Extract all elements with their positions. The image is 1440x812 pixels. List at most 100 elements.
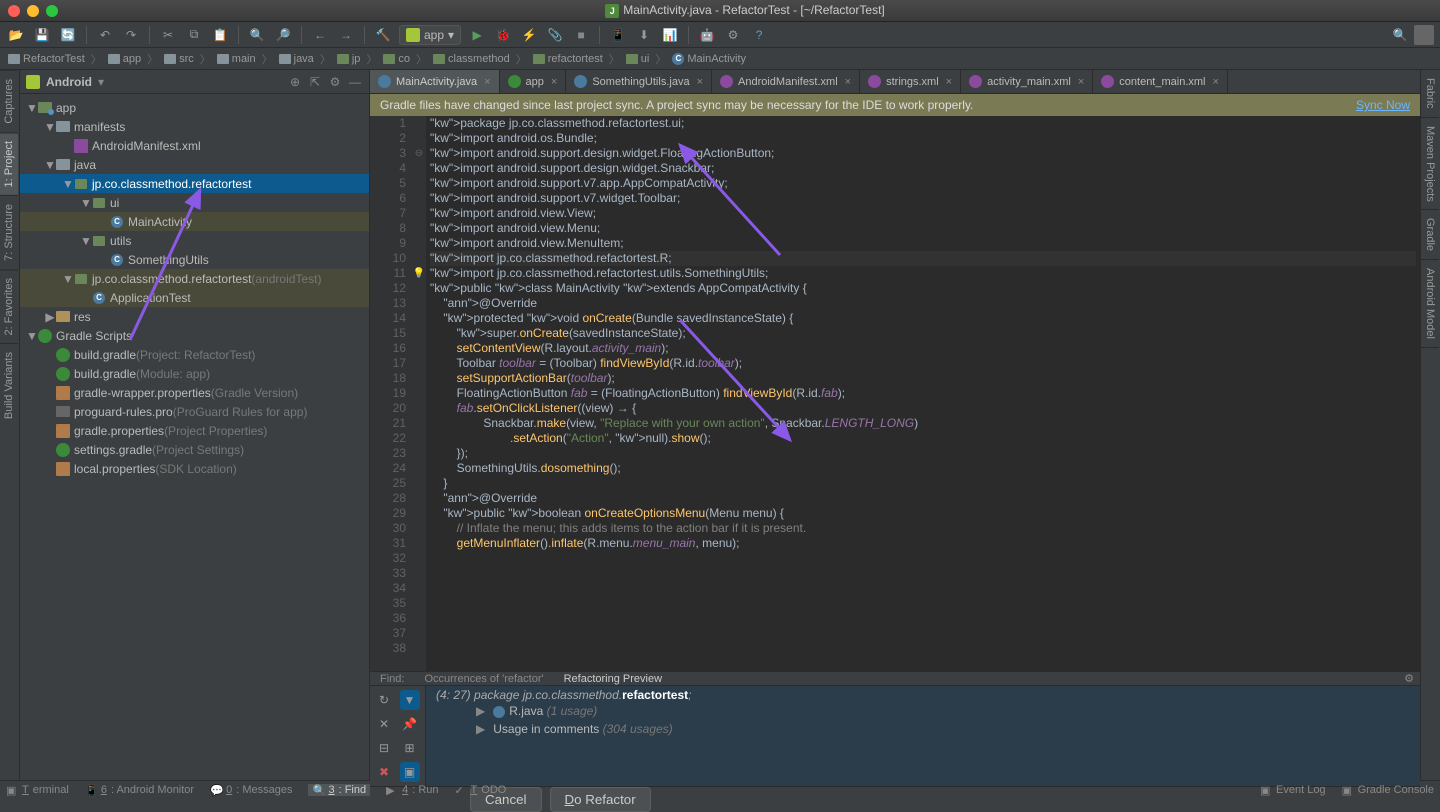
code-content[interactable]: "kw">package jp.co.classmethod.refactort… xyxy=(426,116,1420,671)
breadcrumb-item[interactable]: refactortest xyxy=(531,53,605,65)
paste-icon[interactable]: 📋 xyxy=(210,25,230,45)
breadcrumb-item[interactable]: CMainActivity xyxy=(670,53,748,65)
close-tab-icon[interactable]: × xyxy=(1078,76,1084,88)
editor-tab[interactable]: SomethingUtils.java× xyxy=(566,70,712,94)
tool-tab-2-favorites[interactable]: 2: Favorites xyxy=(0,269,18,343)
forward-icon[interactable]: → xyxy=(336,25,356,45)
avd-icon[interactable]: 📱 xyxy=(608,25,628,45)
breadcrumb-item[interactable]: RefactorTest xyxy=(6,53,87,65)
project-tree[interactable]: ▼app▼manifestsAndroidManifest.xml▼java▼j… xyxy=(20,94,369,780)
tree-item[interactable]: proguard-rules.pro (ProGuard Rules for a… xyxy=(20,402,369,421)
editor-tab[interactable]: AndroidManifest.xml× xyxy=(712,70,860,94)
breadcrumb-item[interactable]: src xyxy=(162,53,196,65)
breadcrumb-item[interactable]: jp xyxy=(335,53,363,65)
tree-item[interactable]: ▼java xyxy=(20,155,369,174)
close-tab-icon[interactable]: × xyxy=(484,76,490,88)
statusbar-tab[interactable]: ▣Terminal xyxy=(6,784,69,796)
editor-tab[interactable]: content_main.xml× xyxy=(1093,70,1228,94)
save-icon[interactable]: 💾 xyxy=(32,25,52,45)
tree-item[interactable]: CSomethingUtils xyxy=(20,250,369,269)
do-refactor-button[interactable]: Do Refactor xyxy=(550,787,651,812)
minimize-window-button[interactable] xyxy=(27,5,39,17)
tool-tab-fabric[interactable]: Fabric xyxy=(1421,70,1439,118)
editor-tab[interactable]: strings.xml× xyxy=(860,70,961,94)
run-config-selector[interactable]: app ▾ xyxy=(399,25,461,45)
tree-item[interactable]: settings.gradle (Project Settings) xyxy=(20,440,369,459)
tree-item[interactable]: local.properties (SDK Location) xyxy=(20,459,369,478)
open-icon[interactable]: 📂 xyxy=(6,25,26,45)
tree-item[interactable]: CApplicationTest xyxy=(20,288,369,307)
tool-tab-captures[interactable]: Captures xyxy=(0,70,18,132)
sync-now-link[interactable]: Sync Now xyxy=(1356,98,1410,112)
statusbar-tab[interactable]: 🔍3: Find xyxy=(308,784,370,796)
cancel-icon[interactable]: ✖ xyxy=(374,762,394,782)
collapse-all-icon[interactable]: ⇱ xyxy=(307,74,323,90)
close-tab-icon[interactable]: × xyxy=(946,76,952,88)
find-result-row[interactable]: ▶R.java (1 usage) xyxy=(436,702,1410,720)
attach-icon[interactable]: 📎 xyxy=(545,25,565,45)
tree-item[interactable]: build.gradle (Project: RefactorTest) xyxy=(20,345,369,364)
tool-tab-gradle[interactable]: Gradle xyxy=(1421,210,1439,260)
close-window-button[interactable] xyxy=(8,5,20,17)
expand-icon[interactable]: ⊞ xyxy=(400,738,420,758)
preview-icon[interactable]: ▣ xyxy=(400,762,420,782)
breadcrumb-item[interactable]: classmethod xyxy=(431,53,512,65)
tree-item[interactable]: CMainActivity xyxy=(20,212,369,231)
tree-item[interactable]: ▼utils xyxy=(20,231,369,250)
build-icon[interactable]: 🔨 xyxy=(373,25,393,45)
tree-item[interactable]: ▼jp.co.classmethod.refactortest xyxy=(20,174,369,193)
find-result-row[interactable]: ▶Usage in comments (304 usages) xyxy=(436,720,1410,738)
tool-tab-build-variants[interactable]: Build Variants xyxy=(0,343,18,427)
settings-icon[interactable]: ⚙ xyxy=(723,25,743,45)
breadcrumb-item[interactable]: co xyxy=(381,53,412,65)
project-view-title[interactable]: Android xyxy=(46,75,92,89)
tree-item[interactable]: build.gradle (Module: app) xyxy=(20,364,369,383)
debug-icon[interactable]: 🐞 xyxy=(493,25,513,45)
run-icon[interactable]: ▶ xyxy=(467,25,487,45)
find-settings-icon[interactable]: ⚙ xyxy=(1404,672,1414,685)
tree-item[interactable]: ▶res xyxy=(20,307,369,326)
android-green-icon[interactable]: 🤖 xyxy=(697,25,717,45)
statusbar-tab[interactable]: ▣Gradle Console xyxy=(1342,784,1434,796)
find-tab-refactoring-preview[interactable]: Refactoring Preview xyxy=(560,673,666,685)
tool-tab-1-project[interactable]: 1: Project xyxy=(0,132,18,195)
redo-icon[interactable]: ↷ xyxy=(121,25,141,45)
statusbar-tab[interactable]: 💬0: Messages xyxy=(210,784,292,796)
editor-tab[interactable]: app× xyxy=(500,70,567,94)
tree-item[interactable]: AndroidManifest.xml xyxy=(20,136,369,155)
close-tab-icon[interactable]: × xyxy=(697,76,703,88)
statusbar-tab[interactable]: 📱6: Android Monitor xyxy=(85,784,194,796)
zoom-window-button[interactable] xyxy=(46,5,58,17)
tool-tab-7-structure[interactable]: 7: Structure xyxy=(0,195,18,269)
user-avatar[interactable] xyxy=(1414,25,1434,45)
search-everywhere-icon[interactable]: 🔍 xyxy=(1390,25,1410,45)
statusbar-tab[interactable]: ✓TODO xyxy=(455,784,507,796)
filter-icon[interactable]: ▼ xyxy=(400,690,420,710)
scroll-from-source-icon[interactable]: ⊕ xyxy=(287,74,303,90)
copy-icon[interactable]: ⧉ xyxy=(184,25,204,45)
back-icon[interactable]: ← xyxy=(310,25,330,45)
close-tab-icon[interactable]: × xyxy=(551,76,557,88)
breadcrumb-item[interactable]: main xyxy=(215,53,258,65)
collapse-icon[interactable]: ⊟ xyxy=(374,738,394,758)
tree-item[interactable]: ▼manifests xyxy=(20,117,369,136)
tree-item[interactable]: ▼Gradle Scripts xyxy=(20,326,369,345)
pin-icon[interactable]: 📌 xyxy=(400,714,420,734)
cut-icon[interactable]: ✂ xyxy=(158,25,178,45)
tree-item[interactable]: gradle-wrapper.properties (Gradle Versio… xyxy=(20,383,369,402)
tree-item[interactable]: gradle.properties (Project Properties) xyxy=(20,421,369,440)
rerun-icon[interactable]: ↻ xyxy=(374,690,394,710)
breadcrumb-item[interactable]: java xyxy=(277,53,316,65)
close-icon[interactable]: ✕ xyxy=(374,714,394,734)
settings-icon[interactable]: ⚙ xyxy=(327,74,343,90)
code-editor[interactable]: 1234567891011121314151617181920212223242… xyxy=(370,116,1420,671)
help-icon[interactable]: ? xyxy=(749,25,769,45)
replace-icon[interactable]: 🔎 xyxy=(273,25,293,45)
sdk-icon[interactable]: ⬇ xyxy=(634,25,654,45)
editor-tab[interactable]: MainActivity.java× xyxy=(370,70,500,94)
close-tab-icon[interactable]: × xyxy=(845,76,851,88)
hide-icon[interactable]: — xyxy=(347,74,363,90)
tree-item[interactable]: ▼jp.co.classmethod.refactortest (android… xyxy=(20,269,369,288)
find-icon[interactable]: 🔍 xyxy=(247,25,267,45)
breadcrumb-item[interactable]: app xyxy=(106,53,143,65)
